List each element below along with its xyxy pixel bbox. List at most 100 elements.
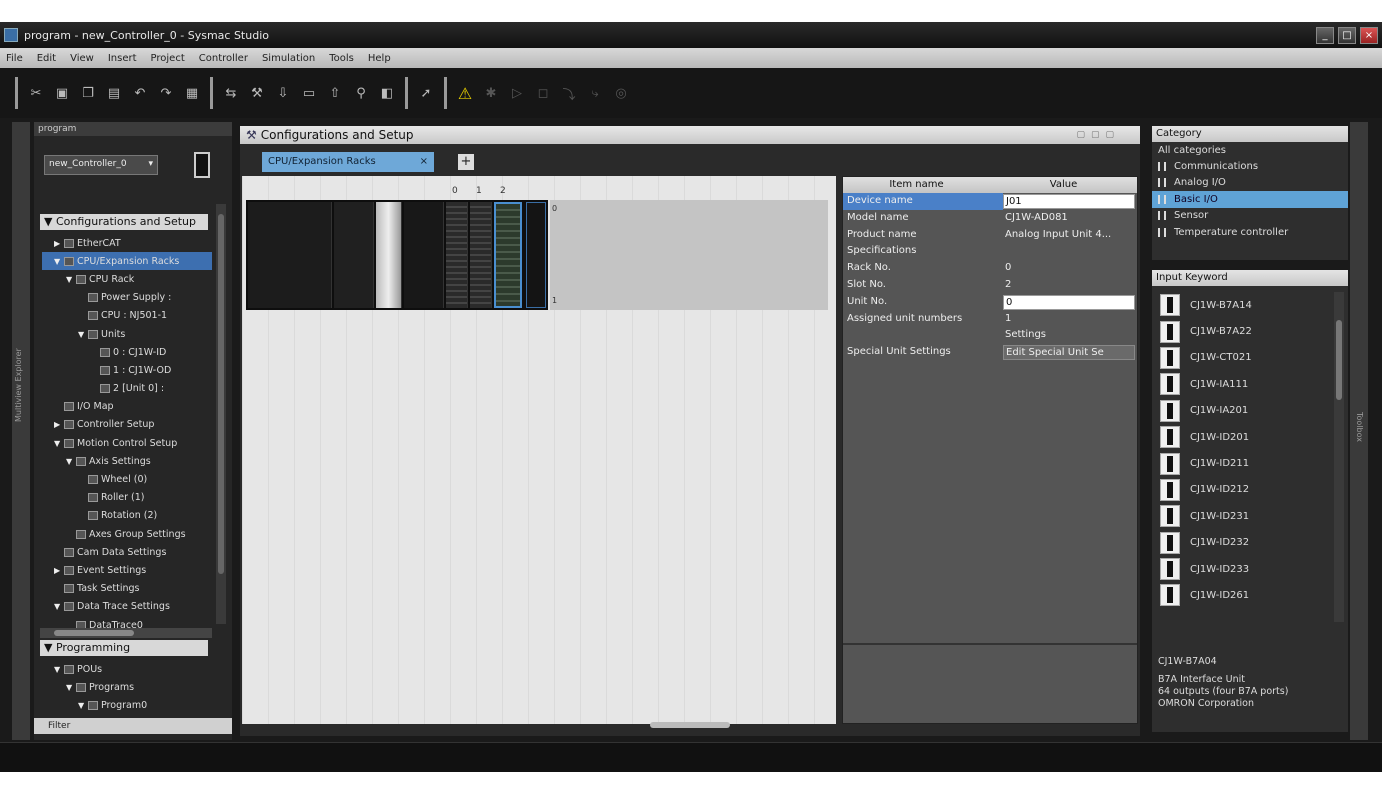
cpu-unit-left[interactable]: [334, 202, 374, 308]
unit-scroll-thumb[interactable]: [1336, 320, 1342, 400]
power-supply-unit[interactable]: [248, 202, 332, 308]
menu-help[interactable]: Help: [368, 53, 391, 64]
unit-list-item[interactable]: CJ1W-ID232: [1156, 530, 1332, 556]
tree-expand-icon[interactable]: ▶: [54, 420, 64, 429]
minimize-button[interactable]: _: [1316, 26, 1334, 44]
tree-hscroll-thumb[interactable]: [54, 630, 134, 636]
tree-item[interactable]: Task Settings: [42, 580, 212, 598]
cpu-rack[interactable]: [246, 200, 548, 310]
tree-expand-icon[interactable]: ▼: [66, 275, 76, 284]
tree-expand-icon[interactable]: ▼: [66, 457, 76, 466]
close-button[interactable]: ×: [1360, 26, 1378, 44]
tree-item[interactable]: ▼ CPU/Expansion Racks: [42, 252, 212, 271]
tree-item[interactable]: ▶ Controller Setup: [42, 416, 212, 434]
property-value-input[interactable]: 0: [1003, 294, 1135, 310]
rack-canvas[interactable]: 0 1 2 0 1: [242, 176, 836, 724]
property-row[interactable]: Model name CJ1W-AD081: [843, 210, 1137, 227]
tree-item[interactable]: ▼ CPU Rack: [42, 270, 212, 288]
search-icon[interactable]: ⚲: [351, 83, 371, 103]
property-value-input[interactable]: J01: [1003, 194, 1135, 209]
menu-view[interactable]: View: [70, 53, 94, 64]
menu-simulation[interactable]: Simulation: [262, 53, 315, 64]
tree-expand-icon[interactable]: ▶: [54, 239, 64, 248]
tree-item[interactable]: ▶ EtherCAT: [42, 234, 212, 252]
cpu-unit-panel[interactable]: [376, 202, 402, 308]
unit-list-item[interactable]: CJ1W-IA111: [1156, 371, 1332, 397]
rack-empty-area[interactable]: 0 1: [550, 200, 828, 310]
property-row[interactable]: Device name J01: [843, 193, 1137, 210]
category-item[interactable]: Sensor: [1152, 208, 1348, 224]
tree-item[interactable]: Cam Data Settings: [42, 543, 212, 561]
menu-edit[interactable]: Edit: [37, 53, 56, 64]
run-icon[interactable]: ▷: [507, 83, 527, 103]
unit-list-item[interactable]: CJ1W-ID261: [1156, 582, 1332, 608]
unit-list-item[interactable]: CJ1W-ID201: [1156, 424, 1332, 450]
save-icon[interactable]: ▣: [52, 83, 72, 103]
copy-icon[interactable]: ❐: [78, 83, 98, 103]
unit-list-item[interactable]: CJ1W-IA201: [1156, 398, 1332, 424]
compare-icon[interactable]: ◧: [377, 83, 397, 103]
rack-scrollbar[interactable]: [650, 722, 730, 728]
tree-item[interactable]: 1 : CJ1W-OD: [42, 361, 212, 379]
tree-item[interactable]: Wheel (0): [42, 470, 212, 488]
cut-icon[interactable]: ✂: [26, 83, 46, 103]
step-over-icon[interactable]: ⤷: [585, 83, 605, 103]
tree-expand-icon[interactable]: ▼: [66, 683, 76, 692]
property-row[interactable]: Rack No. 0: [843, 260, 1137, 277]
unit-list-item[interactable]: CJ1W-ID211: [1156, 450, 1332, 476]
redo-icon[interactable]: ↷: [156, 83, 176, 103]
warning-icon[interactable]: ⚠: [455, 83, 475, 103]
tree-item[interactable]: ▼ Programs: [42, 678, 212, 696]
output-unit-1[interactable]: [470, 202, 492, 308]
unit-list-scrollbar[interactable]: [1334, 292, 1344, 622]
tree-item[interactable]: ▼ Data Trace Settings: [42, 598, 212, 616]
unit-list-item[interactable]: CJ1W-B7A22: [1156, 318, 1332, 344]
stop-icon[interactable]: ◻: [533, 83, 553, 103]
tree-item[interactable]: ▼ Program0: [42, 696, 212, 714]
category-item[interactable]: All categories: [1152, 142, 1348, 158]
device-select[interactable]: new_Controller_0 ▾: [44, 155, 158, 175]
toolbox-strip[interactable]: Toolbox: [1350, 122, 1368, 740]
tree-expand-icon[interactable]: ▼: [78, 701, 88, 710]
tree-item[interactable]: I/O Map: [42, 398, 212, 416]
paste-icon[interactable]: ▤: [104, 83, 124, 103]
window-icon[interactable]: ▭: [299, 83, 319, 103]
wrench-icon[interactable]: ⚒: [247, 83, 267, 103]
cpu-unit-right[interactable]: [404, 202, 444, 308]
menu-controller[interactable]: Controller: [199, 53, 248, 64]
add-tab-button[interactable]: +: [458, 154, 474, 170]
unit-list-item[interactable]: CJ1W-ID231: [1156, 503, 1332, 529]
tree-item[interactable]: Roller (1): [42, 489, 212, 507]
programming-section-header[interactable]: ▼ Programming: [40, 640, 208, 656]
unit-list-item[interactable]: CJ1W-B7A14: [1156, 292, 1332, 318]
property-row[interactable]: Settings: [843, 327, 1137, 344]
tree-item[interactable]: ▼ POUs: [42, 660, 212, 678]
cursor-icon[interactable]: ➚: [416, 83, 436, 103]
tree-expand-icon[interactable]: ▼: [78, 330, 88, 339]
multiview-explorer-strip[interactable]: Multiview Explorer: [12, 122, 30, 740]
tree-expand-icon[interactable]: ▶: [54, 566, 64, 575]
tab-cpu-expansion-racks[interactable]: CPU/Expansion Racks ×: [262, 152, 434, 172]
tab-close-icon[interactable]: ×: [420, 152, 428, 172]
property-row[interactable]: Specifications: [843, 243, 1137, 260]
property-row[interactable]: Assigned unit numbers 1: [843, 311, 1137, 328]
step-icon[interactable]: ⤵: [559, 83, 579, 103]
menu-file[interactable]: File: [6, 53, 23, 64]
unit-list-item[interactable]: CJ1W-CT021: [1156, 345, 1332, 371]
tree-scroll-thumb[interactable]: [218, 214, 224, 574]
category-item[interactable]: Analog I/O: [1152, 175, 1348, 191]
tree-item[interactable]: 2 [Unit 0] :: [42, 380, 212, 398]
tree-horizontal-scrollbar[interactable]: [40, 628, 212, 638]
tree-expand-icon[interactable]: ▼: [54, 602, 64, 611]
build-icon[interactable]: ▦: [182, 83, 202, 103]
config-section-header[interactable]: ▼ Configurations and Setup: [40, 214, 208, 230]
tree-item[interactable]: ▼ Units: [42, 325, 212, 343]
end-cover[interactable]: [526, 202, 546, 308]
property-row[interactable]: Unit No. 0: [843, 294, 1137, 311]
keyword-input[interactable]: Input Keyword: [1152, 270, 1348, 286]
menu-insert[interactable]: Insert: [108, 53, 137, 64]
menu-project[interactable]: Project: [151, 53, 185, 64]
property-row[interactable]: Product name Analog Input Unit 4...: [843, 227, 1137, 244]
tree-item[interactable]: ▶ Event Settings: [42, 561, 212, 579]
tree-item[interactable]: Rotation (2): [42, 507, 212, 525]
